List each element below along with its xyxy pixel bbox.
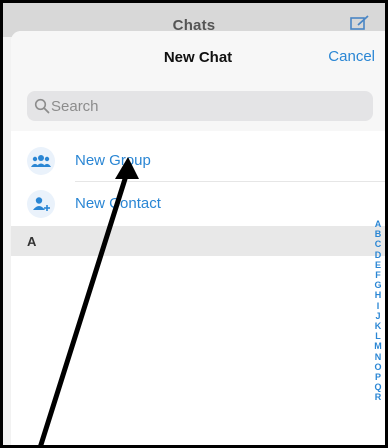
alphabet-index-letter[interactable]: D bbox=[373, 250, 383, 260]
alphabet-index-letter[interactable]: B bbox=[373, 229, 383, 239]
search-box[interactable] bbox=[27, 91, 373, 121]
alphabet-index-letter[interactable]: R bbox=[373, 392, 383, 402]
alphabet-index-letter[interactable]: G bbox=[373, 280, 383, 290]
new-contact-row[interactable]: New Contact bbox=[11, 182, 385, 225]
alphabet-index-letter[interactable]: M bbox=[373, 341, 383, 351]
alphabet-index-letter[interactable]: J bbox=[373, 311, 383, 321]
alphabet-index-letter[interactable]: I bbox=[373, 301, 383, 311]
add-contact-icon bbox=[27, 190, 55, 218]
search-bar bbox=[11, 91, 385, 131]
new-group-label: New Group bbox=[75, 152, 151, 169]
alphabet-index-letter[interactable]: N bbox=[373, 352, 383, 362]
alphabet-index-letter[interactable]: A bbox=[373, 219, 383, 229]
compose-icon[interactable] bbox=[349, 15, 371, 31]
new-contact-label: New Contact bbox=[75, 195, 161, 212]
alphabet-index-letter[interactable]: H bbox=[373, 290, 383, 300]
section-header-a: A bbox=[11, 226, 385, 256]
section-letter: A bbox=[27, 234, 37, 249]
alphabet-index-letter[interactable]: E bbox=[373, 260, 383, 270]
new-group-row[interactable]: New Group bbox=[11, 139, 385, 182]
new-chat-sheet: New Chat Cancel Search New Group New Con… bbox=[11, 31, 385, 445]
search-icon bbox=[34, 98, 50, 114]
sheet-header: New Chat Cancel bbox=[11, 31, 385, 91]
alphabet-index-letter[interactable]: K bbox=[373, 321, 383, 331]
alphabet-index-letter[interactable]: L bbox=[373, 331, 383, 341]
alphabet-index-letter[interactable]: C bbox=[373, 239, 383, 249]
alphabet-index[interactable]: ABCDEFGHIJKLMNOPQR bbox=[373, 219, 383, 403]
screenshot-frame: Chats New Chat Cancel Search New Group N… bbox=[0, 0, 388, 448]
alphabet-index-letter[interactable]: O bbox=[373, 362, 383, 372]
group-icon bbox=[27, 147, 55, 175]
search-input[interactable] bbox=[51, 91, 351, 121]
alphabet-index-letter[interactable]: P bbox=[373, 372, 383, 382]
cancel-button[interactable]: Cancel bbox=[328, 48, 375, 65]
alphabet-index-letter[interactable]: Q bbox=[373, 382, 383, 392]
alphabet-index-letter[interactable]: F bbox=[373, 270, 383, 280]
